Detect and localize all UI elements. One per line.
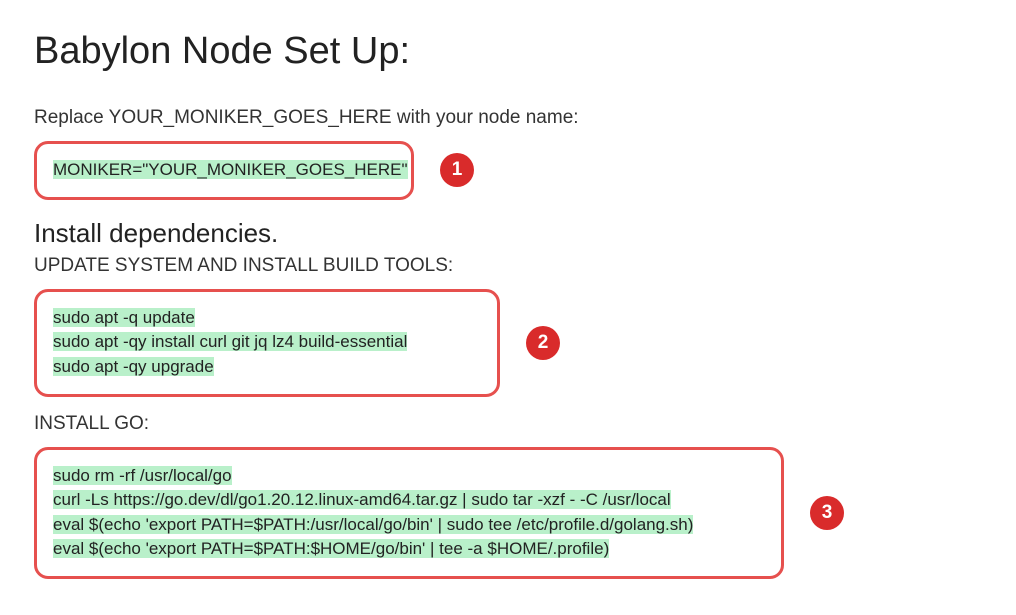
- section-subheading-update: UPDATE SYSTEM AND INSTALL BUILD TOOLS:: [34, 255, 982, 277]
- code-line: sudo apt -qy upgrade: [53, 357, 214, 376]
- code-line: sudo apt -q update: [53, 308, 195, 327]
- step-1-row: MONIKER="YOUR_MONIKER_GOES_HERE" 1: [34, 141, 982, 200]
- intro-text: Replace YOUR_MONIKER_GOES_HERE with your…: [34, 107, 982, 129]
- step-3-row: sudo rm -rf /usr/local/go curl -Ls https…: [34, 447, 982, 580]
- code-line: sudo rm -rf /usr/local/go: [53, 466, 232, 485]
- code-line: eval $(echo 'export PATH=$PATH:$HOME/go/…: [53, 539, 609, 558]
- section-subheading-go: INSTALL GO:: [34, 413, 982, 435]
- code-block-1: MONIKER="YOUR_MONIKER_GOES_HERE": [34, 141, 414, 200]
- code-block-2: sudo apt -q update sudo apt -qy install …: [34, 289, 500, 397]
- step-badge-1: 1: [440, 153, 474, 187]
- section-heading-dependencies: Install dependencies.: [34, 218, 982, 249]
- code-line: sudo apt -qy install curl git jq lz4 bui…: [53, 332, 407, 351]
- code-block-3: sudo rm -rf /usr/local/go curl -Ls https…: [34, 447, 784, 580]
- code-line: eval $(echo 'export PATH=$PATH:/usr/loca…: [53, 515, 693, 534]
- step-2-row: sudo apt -q update sudo apt -qy install …: [34, 289, 982, 397]
- code-line: MONIKER="YOUR_MONIKER_GOES_HERE": [53, 160, 408, 179]
- step-badge-3: 3: [810, 496, 844, 530]
- step-badge-2: 2: [526, 326, 560, 360]
- page-title: Babylon Node Set Up:: [34, 30, 982, 73]
- code-line: curl -Ls https://go.dev/dl/go1.20.12.lin…: [53, 490, 671, 509]
